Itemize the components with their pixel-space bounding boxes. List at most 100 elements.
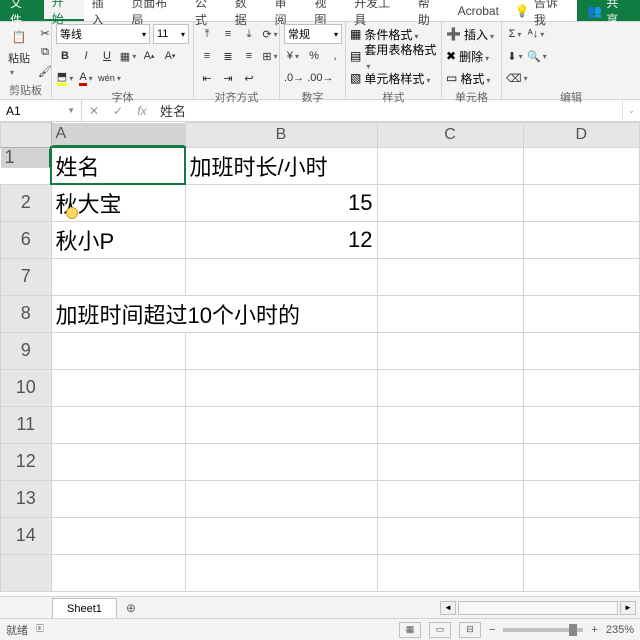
cell-D9[interactable] bbox=[523, 332, 639, 369]
col-header-C[interactable]: C bbox=[377, 123, 523, 148]
tab-home[interactable]: 开始 bbox=[44, 0, 84, 21]
increase-font-button[interactable]: A▴ bbox=[140, 47, 158, 65]
cell-C7[interactable] bbox=[377, 258, 523, 295]
row-header-2[interactable]: 2 bbox=[1, 184, 52, 221]
cell-A12[interactable] bbox=[51, 443, 185, 480]
cell-D6[interactable] bbox=[523, 221, 639, 258]
cell-C13[interactable] bbox=[377, 480, 523, 517]
zoom-slider[interactable] bbox=[503, 628, 583, 632]
cell-B14[interactable] bbox=[185, 517, 377, 554]
fill-button[interactable]: ⬇ bbox=[506, 47, 524, 65]
row-header-9[interactable]: 9 bbox=[1, 332, 52, 369]
zoom-thumb[interactable] bbox=[569, 624, 577, 636]
row-header-12[interactable]: 12 bbox=[1, 443, 52, 480]
italic-button[interactable]: I bbox=[77, 47, 95, 65]
cell-C11[interactable] bbox=[377, 406, 523, 443]
formula-input[interactable]: 姓名 bbox=[154, 101, 622, 120]
cell-B2[interactable]: 15 bbox=[185, 184, 377, 221]
cell-A2[interactable]: 秋大宝 bbox=[51, 184, 185, 221]
col-header-D[interactable]: D bbox=[523, 123, 639, 148]
row-header-1[interactable]: 1 bbox=[1, 148, 51, 168]
cell-C14[interactable] bbox=[377, 517, 523, 554]
cell-C8[interactable] bbox=[377, 295, 523, 332]
expand-formula-bar[interactable]: ⌄ bbox=[622, 100, 640, 121]
cell-C10[interactable] bbox=[377, 369, 523, 406]
tab-review[interactable]: 审阅 bbox=[267, 0, 307, 21]
orientation-button[interactable]: ⟳ bbox=[261, 25, 279, 43]
number-format-select[interactable]: 常规▾ bbox=[284, 24, 342, 44]
view-normal-button[interactable]: ▦ bbox=[399, 622, 421, 638]
cell-A7[interactable] bbox=[51, 258, 185, 295]
col-header-A[interactable]: A bbox=[52, 123, 185, 147]
tab-dev[interactable]: 开发工具 bbox=[346, 0, 410, 21]
row-header-13[interactable]: 13 bbox=[1, 480, 52, 517]
delete-cells-button[interactable]: ✖删除 bbox=[446, 46, 489, 66]
share-button[interactable]: 👥 共享 bbox=[577, 0, 640, 21]
wrap-button[interactable]: ↩ bbox=[240, 69, 258, 87]
cell-B1[interactable]: 加班时长/小时 bbox=[185, 147, 377, 184]
indent-dec-button[interactable]: ⇤ bbox=[198, 69, 216, 87]
cell-C12[interactable] bbox=[377, 443, 523, 480]
tab-data[interactable]: 数据 bbox=[227, 0, 267, 21]
cell-B10[interactable] bbox=[185, 369, 377, 406]
merge-button[interactable]: ⊞ bbox=[261, 47, 279, 65]
hscroll-right[interactable]: ► bbox=[620, 601, 636, 615]
cell-A9[interactable] bbox=[51, 332, 185, 369]
tab-file[interactable]: 文件 bbox=[0, 0, 44, 21]
cell-styles-button[interactable]: ▧单元格样式 bbox=[350, 68, 430, 88]
cell-C6[interactable] bbox=[377, 221, 523, 258]
cell-C9[interactable] bbox=[377, 332, 523, 369]
zoom-out-button[interactable]: − bbox=[489, 624, 495, 636]
bold-button[interactable]: B bbox=[56, 47, 74, 65]
tab-formulas[interactable]: 公式 bbox=[187, 0, 227, 21]
paste-button[interactable]: 📋 粘贴 bbox=[4, 24, 34, 80]
comma-button[interactable]: , bbox=[326, 47, 344, 65]
fill-color-button[interactable]: ⬒ bbox=[56, 69, 74, 87]
phonetic-button[interactable]: wén bbox=[98, 69, 121, 87]
cell-D1[interactable] bbox=[523, 147, 639, 184]
row-header-7[interactable]: 7 bbox=[1, 258, 52, 295]
select-all-corner[interactable] bbox=[1, 123, 52, 148]
find-button[interactable]: 🔍 bbox=[527, 47, 547, 65]
tab-insert[interactable]: 插入 bbox=[84, 0, 124, 21]
font-name-select[interactable]: 等线▾ bbox=[56, 24, 150, 44]
tab-view[interactable]: 视图 bbox=[306, 0, 346, 21]
currency-button[interactable]: ¥ bbox=[284, 47, 302, 65]
tab-acrobat[interactable]: Acrobat bbox=[450, 0, 507, 21]
font-color-button[interactable]: A bbox=[77, 69, 95, 87]
row-header-11[interactable]: 11 bbox=[1, 406, 52, 443]
cell-B13[interactable] bbox=[185, 480, 377, 517]
clear-button[interactable]: ⌫ bbox=[506, 69, 528, 87]
cell-D13[interactable] bbox=[523, 480, 639, 517]
row-header-8[interactable]: 8 bbox=[1, 295, 52, 332]
tell-me[interactable]: 💡 告诉我 bbox=[507, 0, 577, 21]
cell-D8[interactable] bbox=[523, 295, 639, 332]
cell-A13[interactable] bbox=[51, 480, 185, 517]
fx-button[interactable]: fx bbox=[130, 104, 154, 118]
cell-B11[interactable] bbox=[185, 406, 377, 443]
cell-D12[interactable] bbox=[523, 443, 639, 480]
cell-A6[interactable]: 秋小P bbox=[51, 221, 185, 258]
cell-B7[interactable] bbox=[185, 258, 377, 295]
sort-filter-button[interactable]: ᴬ↓ bbox=[527, 25, 545, 43]
name-box[interactable]: A1 ▼ bbox=[0, 100, 82, 121]
cell-A8[interactable]: 加班时间超过10个小时的 bbox=[51, 295, 377, 332]
cell-D11[interactable] bbox=[523, 406, 639, 443]
cell-B6[interactable]: 12 bbox=[185, 221, 377, 258]
indent-inc-button[interactable]: ⇥ bbox=[219, 69, 237, 87]
hscroll-track[interactable] bbox=[458, 601, 618, 615]
cell-C2[interactable] bbox=[377, 184, 523, 221]
cell-D2[interactable] bbox=[523, 184, 639, 221]
font-size-select[interactable]: 11▾ bbox=[153, 24, 189, 44]
align-center-button[interactable]: ≣ bbox=[219, 47, 237, 65]
new-sheet-button[interactable]: ⊕ bbox=[117, 597, 145, 618]
autosum-button[interactable]: Σ bbox=[506, 25, 524, 43]
tab-layout[interactable]: 页面布局 bbox=[123, 0, 187, 21]
cell-A10[interactable] bbox=[51, 369, 185, 406]
view-break-button[interactable]: ⊟ bbox=[459, 622, 481, 638]
table-format-button[interactable]: ▤套用表格格式 bbox=[350, 46, 437, 66]
decrease-font-button[interactable]: A▾ bbox=[161, 47, 179, 65]
align-middle-button[interactable]: ≡ bbox=[219, 25, 237, 43]
row-header-10[interactable]: 10 bbox=[1, 369, 52, 406]
cell-A14[interactable] bbox=[51, 517, 185, 554]
